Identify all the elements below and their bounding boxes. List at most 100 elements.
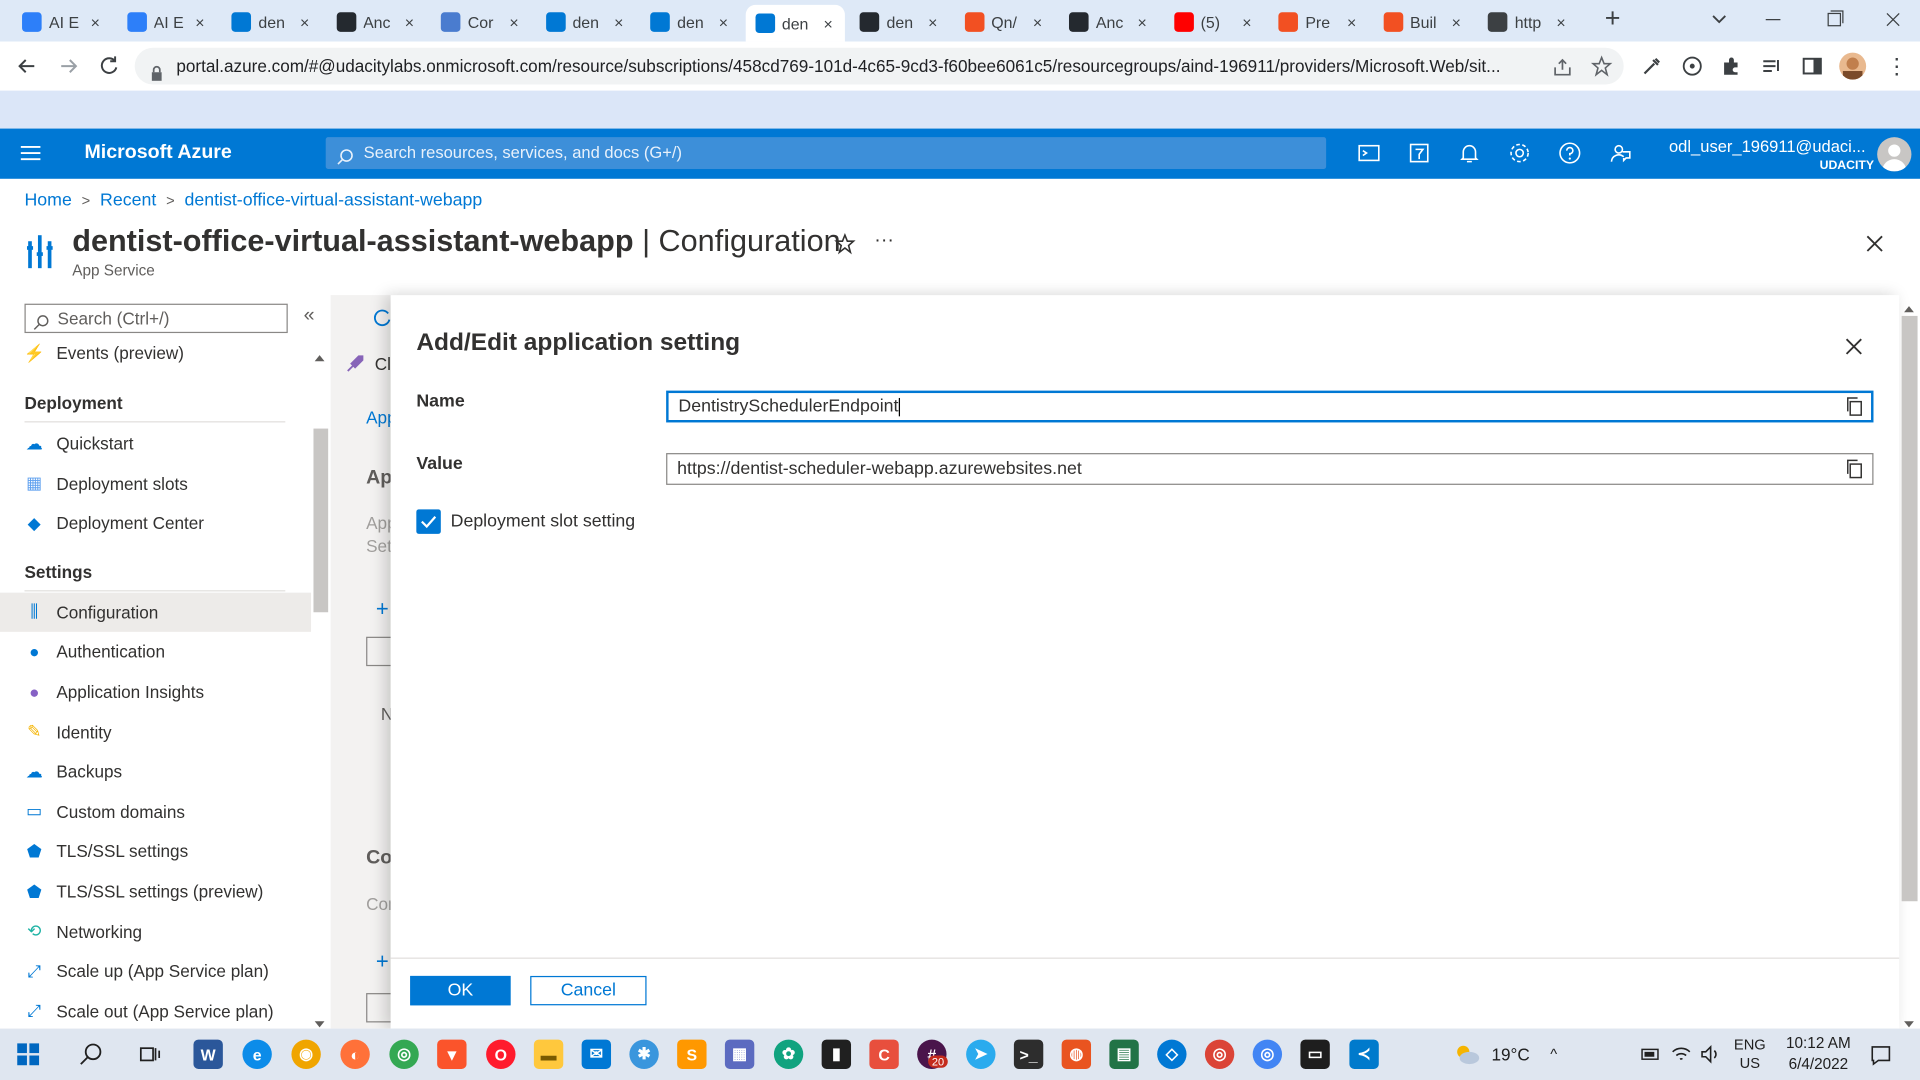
favorite-star-icon[interactable]: [834, 232, 856, 255]
browser-tab[interactable]: (5) ×: [1164, 5, 1264, 39]
account-avatar[interactable]: [1877, 137, 1912, 172]
input-language[interactable]: ENG US: [1734, 1036, 1766, 1073]
sublime-text-icon[interactable]: S: [677, 1039, 707, 1069]
url-field[interactable]: portal.azure.com/#@udacitylabs.onmicroso…: [134, 47, 1624, 85]
calculator-icon[interactable]: ▦: [724, 1039, 755, 1069]
browser-tab[interactable]: den ×: [536, 5, 636, 39]
lock-icon[interactable]: [149, 58, 164, 81]
sidebar-item-deployment-slots[interactable]: ▦ Deployment slots: [0, 464, 311, 503]
clock[interactable]: 10:12 AM 6/4/2022: [1776, 1033, 1862, 1075]
tab-close-icon[interactable]: ×: [1452, 13, 1461, 31]
browser-tab[interactable]: http ×: [1478, 5, 1578, 39]
firefox-icon[interactable]: ◐: [340, 1039, 370, 1069]
c-app-icon[interactable]: C: [869, 1039, 899, 1069]
value-input[interactable]: https://dentist-scheduler-webapp.azurewe…: [666, 453, 1874, 485]
profile-avatar[interactable]: [1839, 52, 1867, 80]
sidebar-item-scale-up-app-service-plan[interactable]: ⤢ Scale up (App Service plan): [0, 952, 311, 991]
chrome-icon[interactable]: ◎: [389, 1039, 419, 1069]
tab-close-icon[interactable]: ×: [300, 13, 309, 31]
brave-lion-icon[interactable]: ◉: [291, 1039, 321, 1069]
vscode-icon[interactable]: ≺: [1349, 1039, 1379, 1069]
notifications-bell-icon[interactable]: [1457, 141, 1481, 165]
notes-icon[interactable]: ▮: [821, 1039, 852, 1069]
browser-tab[interactable]: Anc ×: [326, 5, 426, 39]
collapse-sidebar-button[interactable]: «: [304, 305, 315, 327]
browser-menu-icon[interactable]: ⋮: [1886, 54, 1908, 78]
copy-to-clipboard-icon[interactable]: [1845, 459, 1862, 479]
tab-close-icon[interactable]: ×: [405, 13, 414, 31]
tray-battery-icon[interactable]: [1640, 1043, 1662, 1065]
mail-icon[interactable]: ✉: [581, 1039, 612, 1069]
terminal-icon[interactable]: >_: [1013, 1039, 1044, 1069]
sidebar-item-tls-ssl-settings-preview[interactable]: ⬟ TLS/SSL settings (preview): [0, 872, 311, 911]
chrome-active-icon[interactable]: ◎: [1204, 1039, 1235, 1069]
deployment-slot-checkbox[interactable]: [416, 509, 441, 534]
new-tab-button[interactable]: +: [1599, 4, 1626, 34]
browser-tab[interactable]: Anc ×: [1059, 5, 1159, 39]
side-panel-icon[interactable]: [1801, 55, 1823, 77]
copy-to-clipboard-icon[interactable]: [1845, 397, 1862, 417]
page-scrollbar-thumb[interactable]: [1901, 315, 1918, 902]
browser-tab[interactable]: AI E ×: [117, 5, 217, 39]
ok-button[interactable]: OK: [410, 975, 511, 1006]
sidebar-scroll-up-icon[interactable]: [313, 347, 325, 362]
tray-wifi-icon[interactable]: [1670, 1043, 1692, 1065]
help-icon[interactable]: [1558, 141, 1582, 165]
excel-chart-icon[interactable]: ▤: [1109, 1039, 1139, 1069]
forward-arrow-icon[interactable]: [56, 54, 80, 78]
sidebar-item-custom-domains[interactable]: ▭ Custom domains: [0, 792, 311, 831]
weather-temp[interactable]: 19°C: [1491, 1044, 1529, 1064]
tab-close-icon[interactable]: ×: [1242, 13, 1251, 31]
weather-icon[interactable]: [1452, 1042, 1481, 1066]
sidebar-item-application-insights[interactable]: ● Application Insights: [0, 672, 311, 711]
cancel-button[interactable]: Cancel: [530, 975, 647, 1006]
extension-circle-icon[interactable]: [1681, 55, 1703, 77]
tray-chevron-icon[interactable]: ^: [1550, 1046, 1557, 1063]
browser-tab[interactable]: den ×: [850, 5, 950, 39]
browser-tab[interactable]: AI E ×: [12, 5, 112, 39]
close-window-button[interactable]: [1878, 7, 1907, 31]
azure-brand[interactable]: Microsoft Azure: [84, 142, 231, 164]
reload-icon[interactable]: [97, 54, 121, 78]
sidebar-item-networking[interactable]: ⟲ Networking: [0, 912, 311, 951]
close-blade-icon[interactable]: [1864, 233, 1886, 255]
feedback-icon[interactable]: [1608, 141, 1632, 165]
command-prompt-icon[interactable]: ▭: [1300, 1039, 1330, 1069]
browser-tab[interactable]: den ×: [745, 4, 845, 42]
minimize-window-button[interactable]: [1758, 7, 1787, 31]
page-scroll-up-icon[interactable]: [1903, 298, 1915, 313]
sidebar-scrollbar-thumb[interactable]: [313, 428, 329, 613]
tray-volume-icon[interactable]: [1700, 1043, 1722, 1065]
directory-filter-icon[interactable]: [1407, 141, 1431, 165]
sidebar-item-configuration[interactable]: ⫼ Configuration: [0, 592, 312, 632]
taskbar-search-icon[interactable]: [78, 1042, 102, 1066]
ubuntu-icon[interactable]: ◍: [1061, 1039, 1092, 1069]
account-name[interactable]: odl_user_196911@udaci...: [1669, 137, 1866, 155]
sidebar-search-input[interactable]: Search (Ctrl+/): [24, 303, 288, 334]
tab-close-icon[interactable]: ×: [195, 13, 204, 31]
tab-close-icon[interactable]: ×: [823, 14, 832, 32]
browser-tab[interactable]: Cor ×: [431, 5, 531, 39]
windows-start-icon[interactable]: [17, 1043, 40, 1066]
brave-icon[interactable]: ▼: [437, 1039, 467, 1069]
eyedropper-extension-icon[interactable]: [1641, 55, 1663, 77]
more-actions-button[interactable]: ···: [874, 230, 894, 252]
portal-menu-hamburger-icon[interactable]: [20, 144, 42, 161]
tab-close-icon[interactable]: ×: [719, 13, 728, 31]
settings-gear-icon[interactable]: [1507, 141, 1531, 165]
sidebar-item-quickstart[interactable]: ☁ Quickstart: [0, 424, 311, 463]
task-view-icon[interactable]: [137, 1042, 161, 1066]
tab-close-icon[interactable]: ×: [614, 13, 623, 31]
sidebar-item-backups[interactable]: ☁ Backups: [0, 752, 311, 791]
cloud-shell-icon[interactable]: [1357, 141, 1381, 165]
deployment-slot-label[interactable]: Deployment slot setting: [451, 512, 636, 532]
browser-tab[interactable]: Pre ×: [1269, 5, 1369, 39]
global-search-input[interactable]: Search resources, services, and docs (G+…: [325, 137, 1327, 169]
browser-tab[interactable]: den ×: [640, 5, 740, 39]
remote-desktop-icon[interactable]: ◇: [1157, 1039, 1187, 1069]
page-scroll-down-icon[interactable]: [1903, 1014, 1915, 1028]
tab-close-icon[interactable]: ×: [1556, 13, 1565, 31]
name-input[interactable]: DentistrySchedulerEndpoint: [666, 390, 1874, 423]
tab-close-icon[interactable]: ×: [91, 13, 100, 31]
sidebar-scroll-down-icon[interactable]: [313, 1014, 325, 1028]
